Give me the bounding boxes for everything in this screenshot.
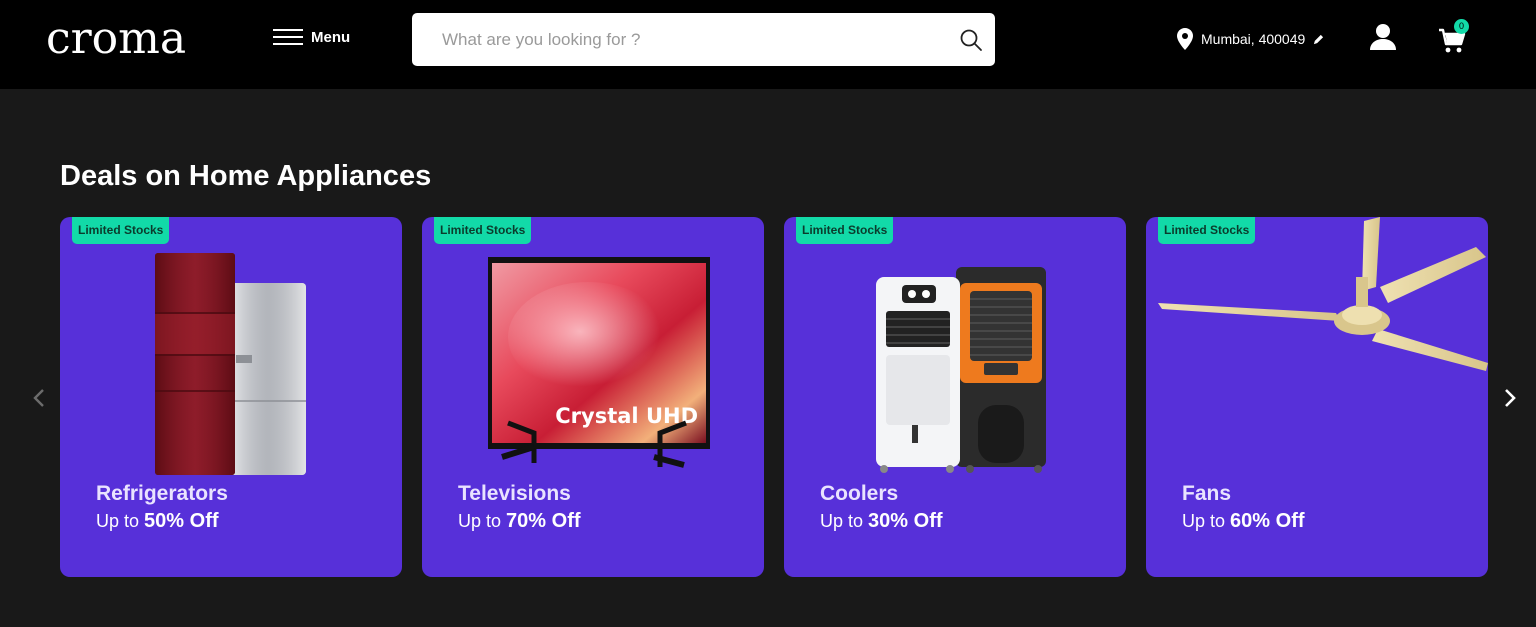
category-name: Refrigerators <box>96 482 228 505</box>
offer-text: Up to 70% Off <box>458 510 581 532</box>
carousel-next-arrow-icon[interactable] <box>1495 383 1523 413</box>
site-header: croma Menu Mumbai, 400049 0 <box>0 0 1536 89</box>
offer-text: Up to 50% Off <box>96 510 219 532</box>
category-name: Televisions <box>458 482 571 505</box>
search-bar <box>412 13 995 66</box>
cart-button[interactable]: 0 <box>1438 19 1472 54</box>
search-input[interactable] <box>442 13 942 66</box>
deal-card-televisions[interactable]: Crystal UHD Limited Stocks Televisions U… <box>422 217 764 577</box>
deal-card-coolers[interactable]: Limited Stocks Coolers Up to 30% Off <box>784 217 1126 577</box>
menu-label: Menu <box>311 28 351 46</box>
user-account-icon[interactable] <box>1368 23 1398 51</box>
limited-stock-badge: Limited Stocks <box>1158 217 1256 244</box>
cooler-image <box>876 267 1046 473</box>
carousel-prev-arrow-icon[interactable] <box>26 383 54 413</box>
category-name: Coolers <box>820 482 899 505</box>
menu-button[interactable]: Menu <box>273 27 350 47</box>
section-title: Deals on Home Appliances <box>60 160 432 192</box>
location-text: Mumbai, 400049 <box>1201 31 1306 47</box>
offer-text: Up to 60% Off <box>1182 510 1305 532</box>
limited-stock-badge: Limited Stocks <box>72 217 170 244</box>
location-pin-icon <box>1177 28 1193 50</box>
search-icon[interactable] <box>959 28 983 52</box>
deal-card-fans[interactable]: Limited Stocks Fans Up to 60% Off <box>1146 217 1488 577</box>
category-name: Fans <box>1182 482 1232 505</box>
limited-stock-badge: Limited Stocks <box>796 217 894 244</box>
edit-pencil-icon[interactable] <box>1313 34 1324 45</box>
croma-logo[interactable]: croma <box>46 14 186 64</box>
refrigerator-image <box>155 253 306 475</box>
limited-stock-badge: Limited Stocks <box>434 217 532 244</box>
offer-text: Up to 30% Off <box>820 510 943 532</box>
location-selector[interactable]: Mumbai, 400049 <box>1177 28 1324 50</box>
cart-count-badge: 0 <box>1454 19 1469 34</box>
deal-card-refrigerators[interactable]: Limited Stocks Refrigerators Up to 50% O… <box>60 217 402 577</box>
hamburger-icon <box>273 27 303 47</box>
television-image: Crystal UHD <box>488 257 710 468</box>
